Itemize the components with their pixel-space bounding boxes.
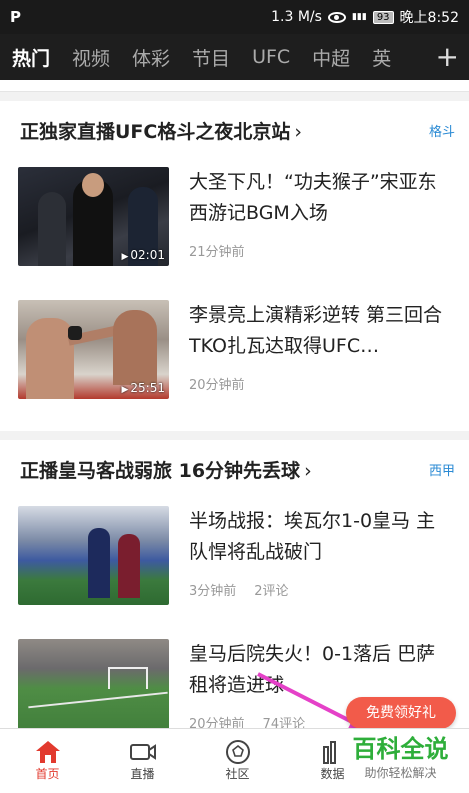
tab-ufc[interactable]: UFC xyxy=(252,46,290,68)
item-info: 半场战报：埃瓦尔1-0皇马 主队悍将乱战破门 3分钟前 2评论 xyxy=(189,506,451,611)
item-time: 20分钟前 xyxy=(189,378,245,393)
video-camera-icon xyxy=(128,739,158,765)
tab-premier[interactable]: 英 xyxy=(372,44,391,71)
tabbar-label: 社区 xyxy=(225,767,250,781)
video-thumbnail[interactable]: 02:01 xyxy=(18,167,169,266)
video-duration: 25:51 xyxy=(121,381,165,395)
thumb-figure xyxy=(88,528,110,598)
tab-lottery[interactable]: 体彩 xyxy=(132,44,170,71)
tabbar-live[interactable]: 直播 xyxy=(95,729,190,793)
thumb-figure xyxy=(113,310,157,385)
status-bar: P 1.3 M/s ▮▮▮ 93 晚上8:52 xyxy=(0,0,469,34)
ball-icon xyxy=(224,739,252,765)
section-card: 正播皇马客战弱旅 16分钟先丢球 › 西甲 半场战报：埃瓦尔1-0皇马 主队悍将乱… xyxy=(0,440,469,728)
eye-icon xyxy=(327,11,346,23)
watermark-subtitle: 助你轻松解决 xyxy=(364,766,437,780)
section-header[interactable]: 正播皇马客战弱旅 16分钟先丢球 › 西甲 xyxy=(0,440,469,498)
item-headline[interactable]: 半场战报：埃瓦尔1-0皇马 主队悍将乱战破门 xyxy=(189,506,451,568)
item-meta: 20分钟前 xyxy=(189,374,451,393)
list-item[interactable]: 半场战报：埃瓦尔1-0皇马 主队悍将乱战破门 3分钟前 2评论 xyxy=(0,498,469,631)
thumb-figure xyxy=(26,318,74,399)
item-time: 3分钟前 xyxy=(189,584,237,599)
item-time: 21分钟前 xyxy=(189,245,245,260)
feed-top-strip xyxy=(0,80,469,92)
section-header[interactable]: 正独家直播UFC格斗之夜北京站 › 格斗 xyxy=(0,101,469,159)
list-item[interactable]: 02:01 大圣下凡！“功夫猴子”宋亚东西游记BGM入场 21分钟前 xyxy=(0,159,469,292)
section-title[interactable]: 正独家直播UFC格斗之夜北京站 › xyxy=(20,117,302,144)
category-tabs: 热门 视频 体彩 节目 UFC 中超 英 + xyxy=(0,34,469,80)
tabbar-label: 首页 xyxy=(35,767,60,781)
tab-video[interactable]: 视频 xyxy=(72,44,110,71)
thumb-figure xyxy=(68,326,82,340)
thumb-figure xyxy=(38,192,66,266)
thumb-figure xyxy=(118,534,140,598)
item-headline[interactable]: 皇马后院失火！0-1落后 巴萨租将造进球 xyxy=(189,639,451,701)
section-title[interactable]: 正播皇马客战弱旅 16分钟先丢球 › xyxy=(20,456,312,483)
video-duration: 02:01 xyxy=(121,248,165,262)
list-item[interactable]: 25:51 李景亮上演精彩逆转 第三回合TKO扎瓦达取得UFC… 20分钟前 xyxy=(0,292,469,425)
item-headline[interactable]: 李景亮上演精彩逆转 第三回合TKO扎瓦达取得UFC… xyxy=(189,300,451,362)
clock: 晚上8:52 xyxy=(399,10,459,26)
thumb-pitch-line xyxy=(28,691,168,709)
item-headline[interactable]: 大圣下凡！“功夫猴子”宋亚东西游记BGM入场 xyxy=(189,167,451,229)
section-tag[interactable]: 格斗 xyxy=(429,121,455,140)
video-thumbnail[interactable]: 25:51 xyxy=(18,300,169,399)
article-thumbnail[interactable] xyxy=(18,639,169,728)
tab-csl[interactable]: 中超 xyxy=(312,44,350,71)
promo-button[interactable]: 免费领好礼 xyxy=(346,697,456,729)
network-speed: 1.3 M/s xyxy=(271,9,322,25)
tabbar-label: 直播 xyxy=(130,767,155,781)
item-meta: 3分钟前 2评论 xyxy=(189,580,451,599)
item-info: 大圣下凡！“功夫猴子”宋亚东西游记BGM入场 21分钟前 xyxy=(189,167,451,272)
tab-programs[interactable]: 节目 xyxy=(192,44,230,71)
item-comments[interactable]: 74评论 xyxy=(263,717,306,728)
feed[interactable]: 正独家直播UFC格斗之夜北京站› 格斗 02:01 大圣下凡！“功夫猴子”宋亚东… xyxy=(0,80,469,728)
home-icon xyxy=(34,739,62,765)
chevron-right-icon: › xyxy=(294,120,302,143)
status-right: 1.3 M/s ▮▮▮ 93 晚上8:52 xyxy=(271,7,459,27)
chevron-right-icon: › xyxy=(304,459,312,482)
item-comments[interactable]: 2评论 xyxy=(254,584,288,599)
watermark-logo: 百科全说 助你轻松解决 xyxy=(338,734,463,790)
tabbar-home[interactable]: 首页 xyxy=(0,729,95,793)
plus-icon[interactable]: + xyxy=(429,40,459,73)
item-info: 李景亮上演精彩逆转 第三回合TKO扎瓦达取得UFC… 20分钟前 xyxy=(189,300,451,405)
signal-icon: ▮▮▮ xyxy=(351,11,367,22)
section-title-text: 正播皇马客战弱旅 16分钟先丢球 xyxy=(20,459,301,482)
article-thumbnail[interactable] xyxy=(18,506,169,605)
item-meta: 21分钟前 xyxy=(189,241,451,260)
section-card: 正独家直播UFC格斗之夜北京站› 格斗 02:01 大圣下凡！“功夫猴子”宋亚东… xyxy=(0,101,469,431)
thumb-goal xyxy=(108,667,148,689)
item-time: 20分钟前 xyxy=(189,717,245,728)
watermark-title: 百科全说 xyxy=(352,735,449,763)
section-tag[interactable]: 西甲 xyxy=(429,460,455,479)
tab-hot[interactable]: 热门 xyxy=(12,44,50,71)
thumb-figure xyxy=(82,173,104,197)
app-logo-icon: P xyxy=(10,8,21,26)
tab-fade xyxy=(403,34,433,80)
battery-icon: 93 xyxy=(372,10,394,24)
tabbar-community[interactable]: 社区 xyxy=(190,729,285,793)
section-title-text: 正独家直播UFC格斗之夜北京站 xyxy=(20,120,291,143)
